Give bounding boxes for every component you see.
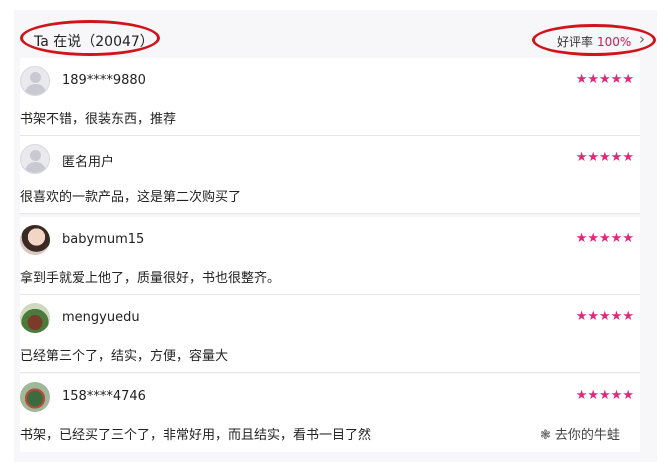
wechat-icon: ❃: [540, 428, 551, 443]
avatar: [20, 382, 50, 412]
rating-stars: ★★★★★: [575, 150, 634, 165]
watermark-text: 去你的牛蛙: [554, 428, 620, 443]
avatar: [20, 144, 50, 174]
rate-value: 100%: [597, 35, 632, 49]
reviews-title[interactable]: Ta 在说（20047）: [34, 31, 154, 51]
review-item: mengyuedu ★★★★★ 已经第三个了，结实，方便，容量大: [20, 295, 640, 373]
reviews-panel: Ta 在说（20047） 好评率 100% › 189****9880 ★★★★★…: [14, 10, 657, 462]
rating-stars: ★★★★★: [575, 388, 634, 403]
rating-stars: ★★★★★: [575, 72, 634, 87]
rating-stars: ★★★★★: [575, 309, 634, 324]
rating-stars: ★★★★★: [575, 231, 634, 246]
avatar-head: [30, 150, 41, 161]
avatar: [20, 66, 50, 96]
review-text: 已经第三个了，结实，方便，容量大: [20, 349, 229, 364]
review-text: 书架，已经买了三个了，非常好用，而且结实，看书一目了然: [20, 428, 372, 443]
avatar: [20, 303, 50, 333]
review-screen: Ta 在说（20047） 好评率 100% › 189****9880 ★★★★★…: [0, 0, 668, 464]
avatar: [20, 225, 50, 255]
review-text: 拿到手就爱上他了，质量很好，书也很整齐。: [20, 271, 281, 286]
review-item: 匿名用户 ★★★★★ 很喜欢的一款产品，这是第二次购买了: [20, 136, 640, 214]
rate-label: 好评率: [557, 35, 594, 49]
avatar-head: [30, 72, 41, 83]
review-username: babymum15: [62, 232, 145, 247]
review-username: 158****4746: [62, 389, 146, 404]
watermark: ❃ 去你的牛蛙: [540, 424, 620, 443]
divider: [20, 372, 640, 373]
avatar-body: [25, 162, 46, 173]
review-username: mengyuedu: [62, 310, 140, 325]
review-text: 很喜欢的一款产品，这是第二次购买了: [20, 190, 242, 205]
avatar-body: [25, 84, 46, 95]
positive-rate-link[interactable]: 好评率 100%: [557, 33, 631, 50]
review-username: 匿名用户: [62, 155, 115, 170]
review-item: babymum15 ★★★★★ 拿到手就爱上他了，质量很好，书也很整齐。: [20, 217, 640, 295]
divider: [20, 213, 640, 214]
review-item: 189****9880 ★★★★★ 书架不错，很装东西，推荐: [20, 58, 640, 136]
chevron-right-icon[interactable]: ›: [639, 30, 645, 48]
review-username: 189****9880: [62, 73, 146, 88]
review-text: 书架不错，很装东西，推荐: [20, 112, 177, 127]
